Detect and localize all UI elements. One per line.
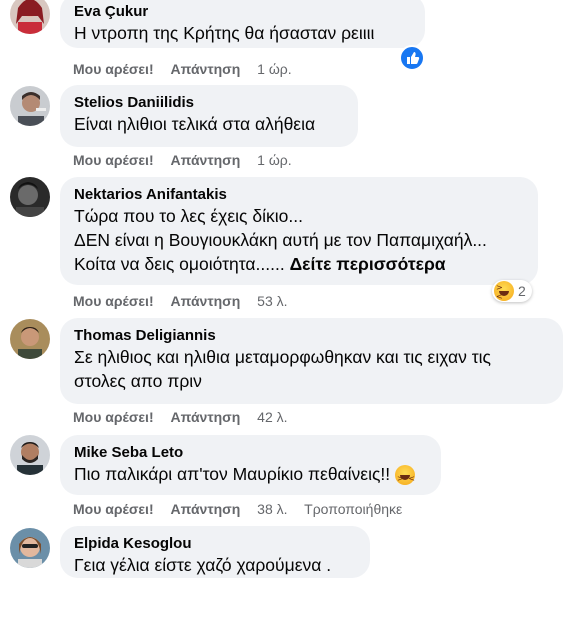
comment-bubble: Eva Çukur Η ντροπη της Κρήτης θα ήσασταν… <box>60 0 425 48</box>
comment-text: Σε ηλιθιος και ηλιθια μεταμορφωθηκαν και… <box>74 345 549 393</box>
comment-actions: Μου αρέσει! Απάντηση 42 λ. <box>73 408 301 426</box>
like-link[interactable]: Μου αρέσει! <box>73 293 154 309</box>
avatar[interactable] <box>10 177 50 217</box>
comment-bubble: Stelios Daniilidis Είναι ηλιθιοι τελικά … <box>60 85 358 147</box>
comment-text: Τώρα που το λες έχεις δίκιο... ΔΕΝ είναι… <box>74 204 524 276</box>
comment-text: Πιο παλικάρι απ'τον Μαυρίκιο πεθαίνεις!! <box>74 462 427 491</box>
avatar[interactable] <box>10 528 50 568</box>
comment-author[interactable]: Nektarios Anifantakis <box>74 185 524 204</box>
comment-author[interactable]: Elpida Kesoglou <box>74 534 356 553</box>
comment-timestamp[interactable]: 1 ώρ. <box>257 61 291 77</box>
comment-text-line: Γεια γέλια είστε χαζό χαρούμενα . <box>74 555 332 575</box>
reaction-summary[interactable]: 2 <box>492 280 532 302</box>
laugh-icon <box>494 281 514 301</box>
comment-text-line: Πιο παλικάρι απ'τον Μαυρίκιο πεθαίνεις!! <box>74 462 427 491</box>
like-link[interactable]: Μου αρέσει! <box>73 501 154 517</box>
comment-text-segment: Πιο παλικάρι απ'τον Μαυρίκιο πεθαίνεις!! <box>74 464 391 484</box>
comment-timestamp[interactable]: 1 ώρ. <box>257 152 291 168</box>
avatar[interactable] <box>10 435 50 475</box>
comment-text-line: Είναι ηλιθιοι τελικά στα αλήθεια <box>74 114 316 134</box>
avatar[interactable] <box>10 0 50 34</box>
comment-actions: Μου αρέσει! Απάντηση 1 ώρ. <box>73 60 305 78</box>
comment-actions: Μου αρέσει! Απάντηση 53 λ. <box>73 292 301 310</box>
comment-timestamp[interactable]: 42 λ. <box>257 409 287 425</box>
comment-bubble: Mike Seba Leto Πιο παλικάρι απ'τον Μαυρί… <box>60 435 441 495</box>
comment-text-line: Τώρα που το λες έχεις δίκιο... <box>74 206 303 226</box>
comment-author[interactable]: Eva Çukur <box>74 2 411 21</box>
comment-text-line: στολες απο πριν <box>74 371 202 391</box>
reply-link[interactable]: Απάντηση <box>171 152 241 168</box>
comment-author[interactable]: Thomas Deligiannis <box>74 326 549 345</box>
like-link[interactable]: Μου αρέσει! <box>73 61 154 77</box>
comment-text-line: Κοίτα να δεις ομοιότητα...... Δείτε περι… <box>74 252 524 276</box>
laugh-icon <box>395 465 416 491</box>
like-icon[interactable] <box>399 45 425 71</box>
avatar[interactable] <box>10 86 50 126</box>
comment-bubble: Thomas Deligiannis Σε ηλιθιος και ηλιθια… <box>60 318 563 404</box>
comment-text-segment: Κοίτα να δεις ομοιότητα...... <box>74 254 285 274</box>
comment-bubble: Nektarios Anifantakis Τώρα που το λες έχ… <box>60 177 538 285</box>
like-link[interactable]: Μου αρέσει! <box>73 409 154 425</box>
comment-actions: Μου αρέσει! Απάντηση 38 λ. Τροποποιήθηκε <box>73 500 415 518</box>
comment-text: Είναι ηλιθιοι τελικά στα αλήθεια <box>74 112 344 136</box>
comment-text: Η ντροπη της Κρήτης θα ήσασταν ρειιιι <box>74 21 411 45</box>
comment-text: Γεια γέλια είστε χαζό χαρούμενα . <box>74 553 356 577</box>
comment-text-line: Σε ηλιθιος και ηλιθια μεταμορφωθηκαν και… <box>74 347 491 367</box>
comment-timestamp[interactable]: 53 λ. <box>257 293 287 309</box>
comment-author[interactable]: Mike Seba Leto <box>74 443 427 462</box>
see-more-link[interactable]: Δείτε περισσότερα <box>290 254 446 274</box>
comment-timestamp[interactable]: 38 λ. <box>257 501 287 517</box>
comment-actions: Μου αρέσει! Απάντηση 1 ώρ. <box>73 151 305 169</box>
comment-text-line: Η ντροπη της Κρήτης θα ήσασταν ρειιιι <box>74 23 375 43</box>
avatar[interactable] <box>10 319 50 359</box>
reaction-count: 2 <box>518 283 526 299</box>
reply-link[interactable]: Απάντηση <box>171 409 241 425</box>
comment-author[interactable]: Stelios Daniilidis <box>74 93 344 112</box>
comment-bubble: Elpida Kesoglou Γεια γέλια είστε χαζό χα… <box>60 526 370 578</box>
reply-link[interactable]: Απάντηση <box>171 293 241 309</box>
reply-link[interactable]: Απάντηση <box>171 501 241 517</box>
reply-link[interactable]: Απάντηση <box>171 61 241 77</box>
edited-label[interactable]: Τροποποιήθηκε <box>304 501 402 517</box>
like-link[interactable]: Μου αρέσει! <box>73 152 154 168</box>
comment-text-line: ΔΕΝ είναι η Βουγιουκλάκη αυτή με τον Παπ… <box>74 230 487 250</box>
